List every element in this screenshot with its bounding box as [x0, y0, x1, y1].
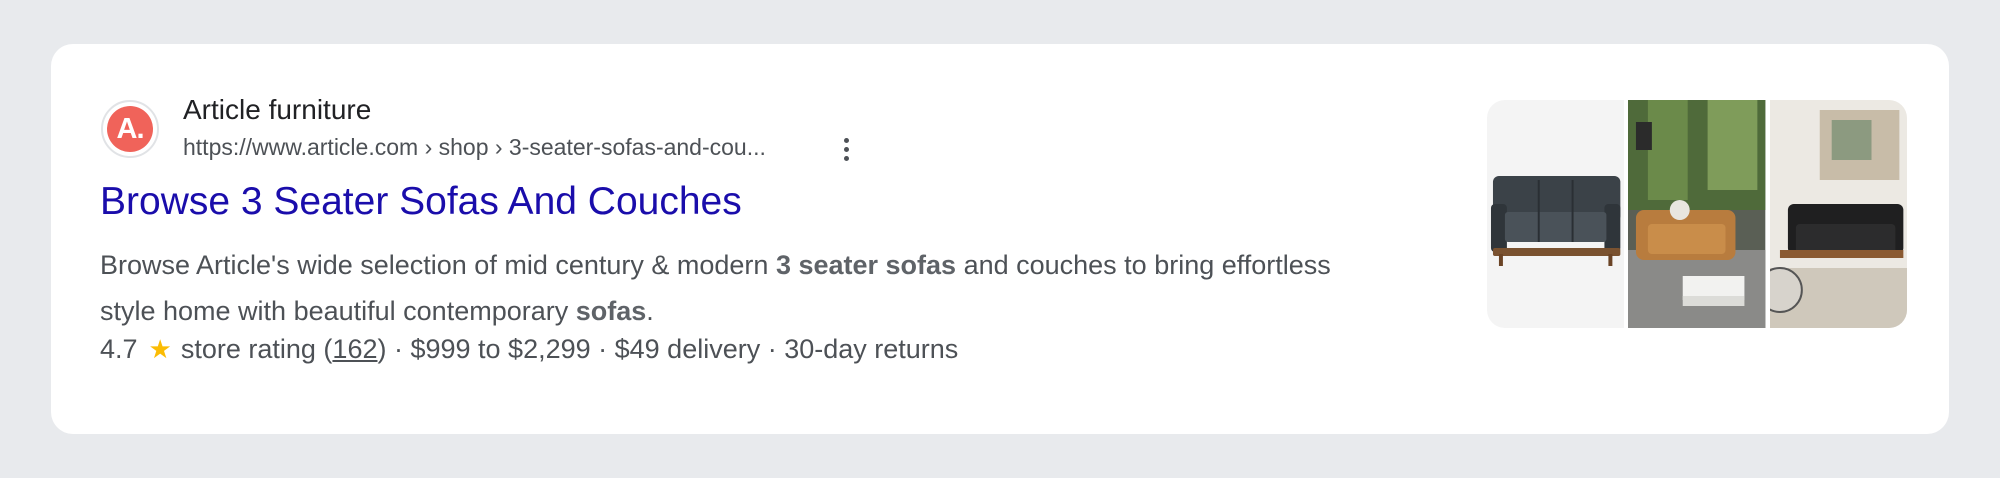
result-snippet: Browse Article's wide selection of mid c…: [100, 242, 1340, 334]
article-logo-icon: A.: [107, 106, 153, 152]
snippet-text: Browse Article's wide selection of mid c…: [100, 250, 776, 280]
result-title-link[interactable]: Browse 3 Seater Sofas And Couches: [100, 180, 742, 224]
sofa-image-icon: [1487, 100, 1625, 328]
thumbnail-gray-sofa[interactable]: [1487, 100, 1625, 328]
site-url[interactable]: https://www.article.com › shop › 3-seate…: [183, 134, 766, 161]
rating-label: store rating (: [180, 334, 333, 364]
sofa-image-icon: [1769, 100, 1907, 328]
result-meta: 4.7 ★ store rating (162) · $999 to $2,29…: [100, 334, 958, 365]
sofa-image-icon: [1628, 100, 1766, 328]
site-favicon[interactable]: A.: [101, 100, 159, 158]
review-count-link[interactable]: 162: [332, 334, 377, 365]
rating-value: 4.7: [100, 334, 138, 364]
snippet-highlight: sofas: [575, 296, 647, 326]
result-thumbnails: [1487, 100, 1907, 328]
thumbnail-black-sofa[interactable]: [1769, 100, 1907, 328]
thumbnail-tan-sofa[interactable]: [1628, 100, 1766, 328]
site-name[interactable]: Article furniture: [183, 94, 371, 126]
snippet-text: .: [646, 296, 654, 326]
more-options-icon[interactable]: [831, 132, 861, 166]
search-result-card: A. Article furniture https://www.article…: [51, 44, 1949, 434]
meta-details: ) · $999 to $2,299 · $49 delivery · 30-d…: [377, 334, 959, 364]
snippet-highlight: 3 seater sofas: [775, 250, 957, 280]
star-icon: ★: [148, 334, 172, 364]
